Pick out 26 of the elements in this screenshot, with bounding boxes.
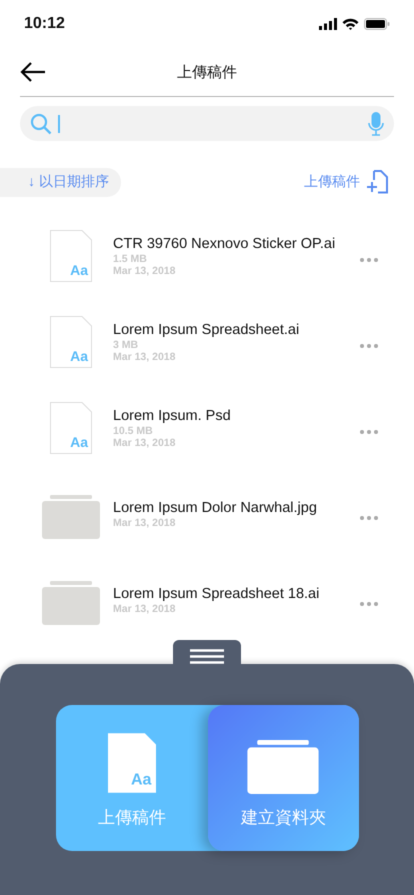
back-button[interactable] xyxy=(20,61,46,83)
folder-icon xyxy=(42,581,100,625)
microphone-icon[interactable] xyxy=(368,112,384,136)
file-name: Lorem Ipsum. Psd xyxy=(113,407,232,425)
folder-icon xyxy=(42,495,100,539)
file-name: Lorem Ipsum Spreadsheet.ai xyxy=(113,321,300,339)
file-name: CTR 39760 Nexnovo Sticker OP.ai xyxy=(113,235,336,253)
search-field[interactable] xyxy=(20,106,394,141)
wifi-icon xyxy=(342,18,359,30)
sort-button[interactable]: ↓ 以日期排序 xyxy=(0,168,121,196)
status-time: 10:12 xyxy=(24,15,65,33)
search-icon xyxy=(30,112,52,134)
folder-icon xyxy=(247,740,320,794)
document-icon: Aa xyxy=(108,732,156,794)
page-title: 上傳稿件 xyxy=(177,64,237,80)
file-name: Lorem Ipsum Dolor Narwhal.jpg xyxy=(113,499,318,517)
document-icon: Aa xyxy=(50,230,92,282)
add-file-icon xyxy=(366,170,388,194)
upload-file-button[interactable]: Aa 上傳稿件 xyxy=(56,705,208,851)
upload-button[interactable]: 上傳稿件 xyxy=(304,170,388,194)
file-name: Lorem Ipsum Spreadsheet 18.ai xyxy=(113,585,320,603)
signal-icon xyxy=(319,18,337,30)
create-folder-button[interactable]: 建立資料夾 xyxy=(208,705,359,851)
document-icon: Aa xyxy=(50,402,92,454)
document-icon: Aa xyxy=(50,316,92,368)
battery-icon xyxy=(364,18,390,30)
